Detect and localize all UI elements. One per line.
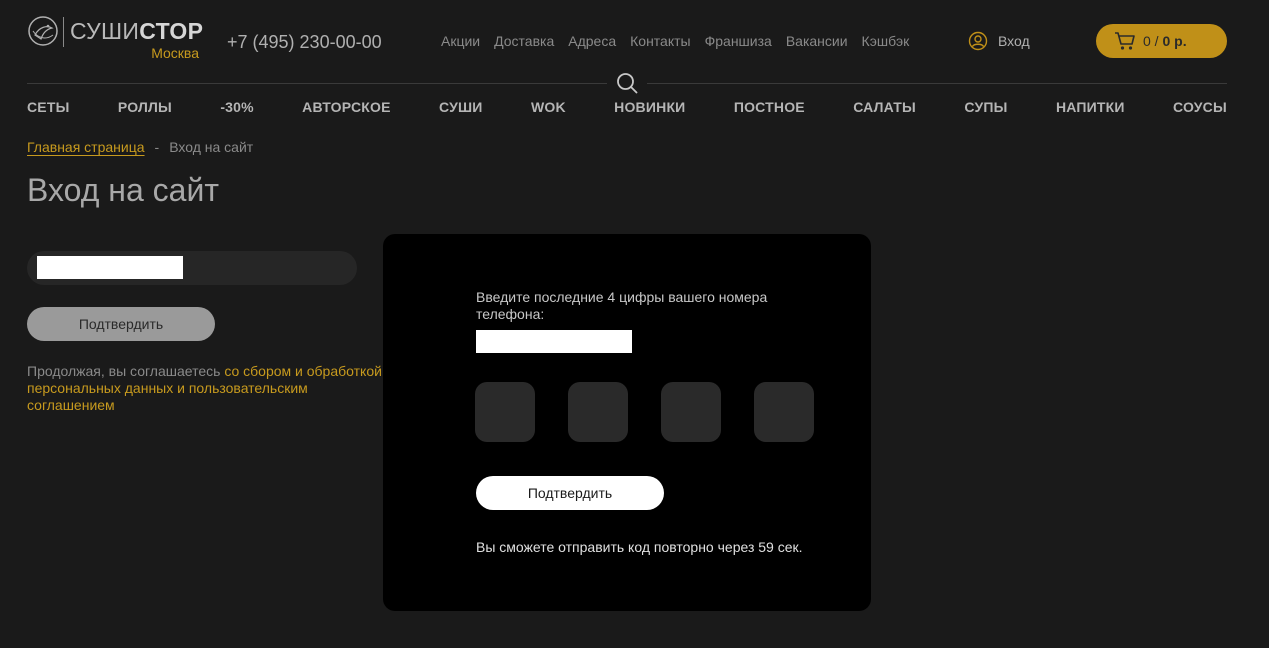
top-nav-contacts[interactable]: Контакты [630, 33, 690, 49]
cart-icon [1115, 32, 1135, 50]
city-label[interactable]: Москва [151, 45, 199, 61]
category-rolls[interactable]: РОЛЛЫ [118, 99, 172, 115]
category-sushi[interactable]: СУШИ [439, 99, 483, 115]
masked-phone-redacted [476, 330, 632, 353]
cart-summary: 0 / 0 р. [1143, 33, 1187, 49]
code-digits [475, 382, 814, 442]
logo-divider [63, 17, 64, 47]
resend-countdown: Вы сможете отправить код повторно через … [476, 539, 803, 555]
top-nav-delivery[interactable]: Доставка [494, 33, 554, 49]
top-nav-vacancies[interactable]: Вакансии [786, 33, 848, 49]
category-signature[interactable]: АВТОРСКОЕ [302, 99, 390, 115]
breadcrumb: Главная страница - Вход на сайт [27, 139, 253, 155]
verification-modal: Введите последние 4 цифры вашего номера … [383, 234, 871, 611]
login-link[interactable]: Вход [968, 31, 1030, 51]
category-sets[interactable]: СЕТЫ [27, 99, 70, 115]
top-nav-addresses[interactable]: Адреса [568, 33, 616, 49]
phone-input[interactable] [27, 251, 357, 285]
header-divider-left [27, 83, 607, 84]
cart-button[interactable]: 0 / 0 р. [1096, 24, 1227, 58]
code-digit-3[interactable] [661, 382, 721, 442]
header-divider-right [647, 83, 1227, 84]
category-lenten[interactable]: ПОСТНОЕ [734, 99, 805, 115]
page-title: Вход на сайт [27, 172, 219, 208]
code-digit-1[interactable] [475, 382, 535, 442]
breadcrumb-separator: - [154, 139, 160, 155]
site-logo[interactable]: СУШИСТОР Москва [27, 15, 207, 61]
category-new[interactable]: НОВИНКИ [614, 99, 685, 115]
category-sauces[interactable]: СОУСЫ [1173, 99, 1227, 115]
category-drinks[interactable]: НАПИТКИ [1056, 99, 1125, 115]
top-nav-franchise[interactable]: Франшиза [705, 33, 772, 49]
logo-wordmark: СУШИСТОР [70, 18, 204, 44]
top-nav-cashback[interactable]: Кэшбэк [862, 33, 910, 49]
top-nav: Акции Доставка Адреса Контакты Франшиза … [441, 33, 909, 49]
category-discount[interactable]: -30% [220, 99, 253, 115]
category-salads[interactable]: САЛАТЫ [853, 99, 916, 115]
modal-confirm-button[interactable]: Подтвердить [476, 476, 664, 510]
category-soups[interactable]: СУПЫ [964, 99, 1007, 115]
login-label: Вход [998, 33, 1030, 49]
top-nav-promotions[interactable]: Акции [441, 33, 480, 49]
category-wok[interactable]: WOK [531, 99, 566, 115]
logo-fish-icon [28, 16, 58, 46]
search-icon[interactable] [616, 72, 638, 94]
user-icon [968, 31, 988, 51]
category-nav: СЕТЫ РОЛЛЫ -30% АВТОРСКОЕ СУШИ WOK НОВИН… [27, 99, 1227, 115]
confirm-phone-button[interactable]: Подтвердить [27, 307, 215, 341]
code-digit-2[interactable] [568, 382, 628, 442]
header-phone[interactable]: +7 (495) 230-00-00 [227, 32, 382, 53]
phone-value-redacted [37, 256, 183, 279]
modal-prompt: Введите последние 4 цифры вашего номера … [476, 289, 768, 322]
breadcrumb-current: Вход на сайт [169, 139, 254, 155]
code-digit-4[interactable] [754, 382, 814, 442]
agreement-text: Продолжая, вы соглашаетесь со сбором и о… [27, 363, 382, 413]
breadcrumb-home[interactable]: Главная страница [27, 139, 145, 155]
